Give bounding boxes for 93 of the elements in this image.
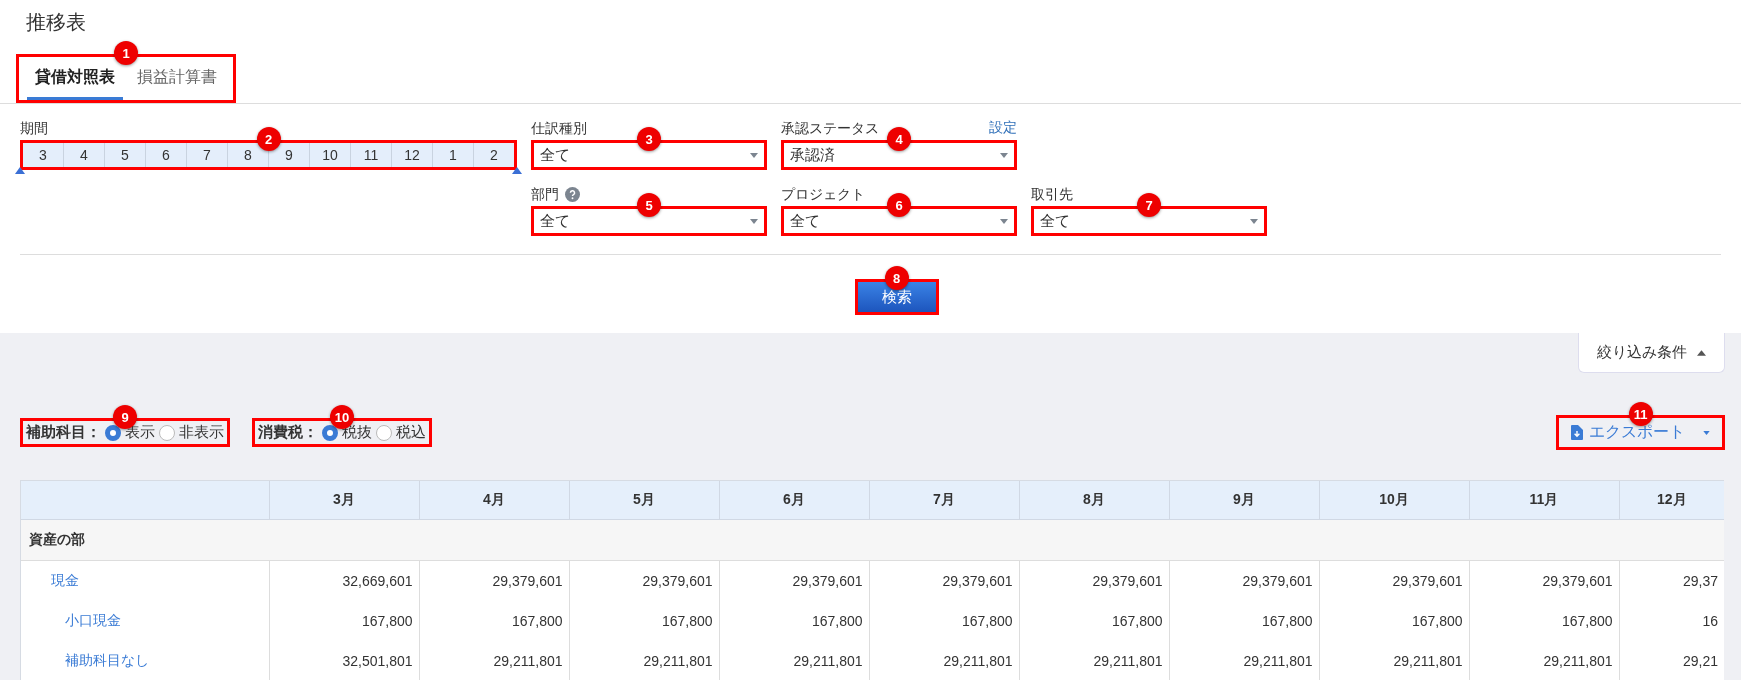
month-cell[interactable]: 6 (146, 143, 187, 167)
table-cell: 32,501,801 (269, 641, 419, 680)
month-cell[interactable]: 11 (351, 143, 392, 167)
field-label: 承認ステータス (781, 119, 879, 138)
table-cell: 29,211,801 (569, 641, 719, 680)
table-cell: 29,21 (1619, 641, 1724, 680)
option-label: 補助科目： (26, 423, 101, 442)
help-icon[interactable] (565, 186, 580, 202)
callout-badge: 8 (884, 266, 909, 290)
column-header: 10月 (1319, 481, 1469, 520)
field-label: 取引先 (1031, 185, 1073, 204)
column-header: 9月 (1169, 481, 1319, 520)
caret-icon (1697, 349, 1706, 356)
table-cell: 167,800 (719, 601, 869, 641)
caret-icon (1703, 430, 1710, 435)
callout-badge: 1 (114, 41, 138, 65)
table-cell: 29,379,601 (869, 560, 1019, 601)
table-cell: 29,211,801 (1019, 641, 1169, 680)
page-title: 推移表 (25, 10, 87, 35)
table-cell: 29,379,601 (1319, 560, 1469, 601)
table-cell: 29,379,601 (719, 560, 869, 601)
table-cell: 167,800 (569, 601, 719, 641)
settings-link[interactable]: 設定 (989, 119, 1017, 137)
file-download-icon (1571, 425, 1583, 440)
table-cell: 29,211,801 (1319, 641, 1469, 680)
column-header: 6月 (719, 481, 869, 520)
month-cell[interactable]: 2 (474, 143, 514, 167)
table-cell: 29,211,801 (1469, 641, 1619, 680)
month-cell[interactable]: 5 (105, 143, 146, 167)
caret-icon (750, 152, 758, 158)
table-cell: 29,379,601 (1469, 560, 1619, 601)
field-label: 期間 (20, 119, 49, 138)
table-cell: 29,211,801 (869, 641, 1019, 680)
field-label: プロジェクト (781, 185, 865, 204)
radio-option[interactable]: 税込 (376, 423, 426, 442)
column-header: 4月 (419, 481, 569, 520)
account-link[interactable]: 補助科目なし (51, 652, 149, 668)
account-link[interactable]: 小口現金 (51, 612, 121, 628)
callout-badge: 3 (637, 127, 661, 151)
field-label: 仕訳種別 (531, 119, 587, 138)
column-header: 12月 (1619, 481, 1724, 520)
callout-badge: 11 (1628, 402, 1653, 426)
table-cell: 29,379,601 (1169, 560, 1319, 601)
month-cell[interactable]: 12 (392, 143, 433, 167)
account-link[interactable]: 現金 (51, 572, 79, 588)
callout-badge: 2 (256, 127, 281, 151)
section-row: 資産の部 (21, 519, 1724, 561)
month-cell[interactable]: 8 (228, 143, 269, 167)
column-header: 7月 (869, 481, 1019, 520)
table-cell: 167,800 (1169, 601, 1319, 641)
table-cell: 32,669,601 (269, 560, 419, 601)
table-cell: 167,800 (1019, 601, 1169, 641)
month-cell[interactable]: 7 (187, 143, 228, 167)
callout-badge: 7 (1137, 193, 1161, 217)
range-handle-icon[interactable] (15, 167, 25, 174)
filter-toggle-button[interactable]: 絞り込み条件 (1578, 333, 1725, 373)
caret-icon (1250, 218, 1258, 224)
table-cell: 16 (1619, 601, 1724, 641)
table-cell: 29,211,801 (419, 641, 569, 680)
radio-option[interactable]: 非表示 (159, 423, 224, 442)
table-cell: 167,800 (1469, 601, 1619, 641)
table-cell: 29,379,601 (569, 560, 719, 601)
field-label: 部門 (531, 185, 559, 204)
tab[interactable]: 貸借対照表 (27, 57, 123, 100)
table-cell: 29,211,801 (719, 641, 869, 680)
month-cell[interactable]: 9 (269, 143, 310, 167)
column-header: 8月 (1019, 481, 1169, 520)
month-cell[interactable]: 10 (310, 143, 351, 167)
table-cell: 167,800 (869, 601, 1019, 641)
export-button[interactable]: エクスポート (1559, 418, 1722, 447)
callout-badge: 4 (887, 127, 911, 151)
table-cell: 29,379,601 (419, 560, 569, 601)
callout-badge: 6 (887, 193, 911, 217)
table-cell: 29,37 (1619, 560, 1724, 601)
column-header: 5月 (569, 481, 719, 520)
caret-icon (1000, 152, 1008, 158)
table-cell: 29,379,601 (1019, 560, 1169, 601)
caret-icon (1000, 218, 1008, 224)
caret-icon (750, 218, 758, 224)
range-handle-icon[interactable] (512, 167, 522, 174)
month-cell[interactable]: 1 (433, 143, 474, 167)
period-selector[interactable]: 3 4 5 6 7 8 9 10 11 12 1 2 (23, 143, 514, 167)
table-cell: 29,211,801 (1169, 641, 1319, 680)
table-cell: 167,800 (1319, 601, 1469, 641)
option-label: 消費税： (258, 423, 318, 442)
callout-badge: 5 (637, 193, 661, 217)
column-header: 3月 (269, 481, 419, 520)
month-cell[interactable]: 3 (23, 143, 64, 167)
search-button[interactable]: 検索 (857, 282, 936, 312)
month-cell[interactable]: 4 (64, 143, 105, 167)
column-header: 11月 (1469, 481, 1619, 520)
table-cell: 167,800 (419, 601, 569, 641)
table-cell: 167,800 (269, 601, 419, 641)
